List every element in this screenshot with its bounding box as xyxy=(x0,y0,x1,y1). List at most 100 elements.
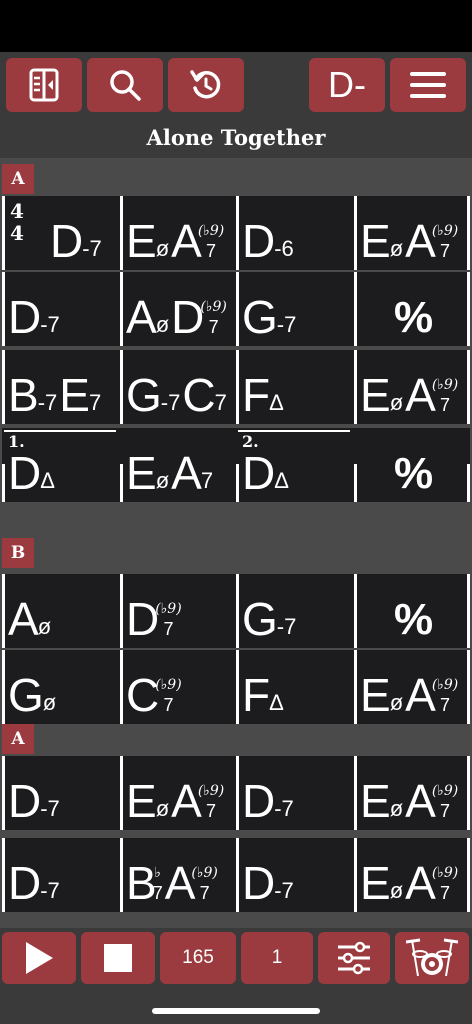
chord-extension: (♭9) 7 xyxy=(198,224,224,264)
barline xyxy=(236,756,239,830)
chord-quality: ø xyxy=(155,796,170,821)
repeat-measure-symbol: % xyxy=(394,449,434,498)
measure[interactable]: Gø xyxy=(8,672,58,718)
chord-seventh: 7 xyxy=(206,241,217,261)
measure[interactable]: Eø A (♭9) 7 xyxy=(360,218,460,264)
key-button[interactable]: D- xyxy=(309,58,385,112)
barline xyxy=(236,464,239,502)
measure[interactable]: Eø A (♭9) 7 xyxy=(360,778,460,824)
chord-root: E xyxy=(360,775,391,827)
play-button[interactable] xyxy=(2,932,76,984)
layout-button[interactable] xyxy=(6,58,82,112)
measure[interactable]: Eø A (♭9) 7 xyxy=(360,860,460,906)
chord-row: D -7 Eø A (♭9) 7 D -7 Eø A (♭9) 7 xyxy=(2,756,470,830)
drums-button[interactable] xyxy=(395,932,469,984)
section-label: B xyxy=(2,538,34,568)
chord-symbol: D -7 xyxy=(50,218,102,264)
chord-root: E xyxy=(126,447,157,499)
chord-root: D xyxy=(242,857,275,909)
chord-root: F xyxy=(242,369,270,421)
measure[interactable]: G -7 xyxy=(242,596,298,642)
measure[interactable]: Eø A (♭9) 7 xyxy=(126,778,226,824)
chord-symbol: A (♭9) 7 xyxy=(171,778,224,824)
chord-symbol: DΔ xyxy=(8,450,55,496)
chord-quality: ø xyxy=(389,796,404,821)
chord-symbol: G -7 xyxy=(242,294,296,340)
measure[interactable]: D -7 xyxy=(8,294,62,340)
measure[interactable]: D -7 xyxy=(242,860,296,906)
mixer-button[interactable] xyxy=(318,932,390,984)
chord-root: A xyxy=(126,291,157,343)
barline xyxy=(467,574,470,648)
tempo-button[interactable]: 165 xyxy=(160,932,236,984)
undo-button[interactable] xyxy=(168,58,244,112)
chord-seventh: 7 xyxy=(163,619,174,639)
chord-symbol: Eø xyxy=(360,672,403,718)
measure[interactable]: C (♭9) 7 xyxy=(126,672,184,718)
sidebar-layout-icon xyxy=(29,68,59,102)
measure[interactable]: D -7 xyxy=(50,218,104,264)
measure[interactable]: Aø xyxy=(8,596,53,642)
chord-symbol: A (♭9) 7 xyxy=(405,218,458,264)
play-icon xyxy=(26,942,53,974)
chord-symbol: Eø xyxy=(126,450,169,496)
barline xyxy=(354,574,357,648)
chord-root: A xyxy=(405,775,436,827)
chord-symbol: Eø xyxy=(126,218,169,264)
stop-icon xyxy=(104,944,132,972)
chord-extension: (♭9) 7 xyxy=(155,678,181,718)
measure[interactable]: Aø D (♭9) 7 xyxy=(126,294,229,340)
chord-row: Gø C (♭9) 7 F Δ Eø A (♭9) 7 xyxy=(2,650,470,724)
measure[interactable]: % xyxy=(360,598,433,642)
chord-quality: Δ xyxy=(40,468,55,493)
chord-root: E xyxy=(360,215,391,267)
measure[interactable]: D -7 xyxy=(8,778,62,824)
repeats-button[interactable]: 1 xyxy=(241,932,313,984)
measure[interactable]: D -7 xyxy=(242,778,296,824)
chord-tension: (♭9) xyxy=(431,783,459,799)
measure[interactable]: % xyxy=(360,296,433,340)
measure[interactable]: EøA7 xyxy=(126,450,215,496)
measure[interactable]: Eø A (♭9) 7 xyxy=(360,672,460,718)
measure[interactable]: D -7 xyxy=(8,860,62,906)
chord-symbol: D -7 xyxy=(8,778,60,824)
chord-quality: -7 xyxy=(40,312,60,337)
measure[interactable]: Eø A (♭9) 7 xyxy=(360,372,460,418)
chord-root: D xyxy=(126,593,159,645)
chord-seventh: 7 xyxy=(208,317,219,337)
barline xyxy=(120,196,123,270)
measure[interactable]: % xyxy=(360,452,433,496)
chord-root: E xyxy=(360,669,391,721)
chord-tension: (♭9) xyxy=(191,865,218,881)
measure[interactable]: FΔ xyxy=(242,372,286,418)
menu-button[interactable] xyxy=(390,58,466,112)
measure[interactable]: G -7 xyxy=(242,294,298,340)
search-button[interactable] xyxy=(87,58,163,112)
chord-symbol: B ♭ 7 xyxy=(126,860,163,906)
chord-root: E xyxy=(59,369,90,421)
measure[interactable]: D (♭9) 7 xyxy=(126,596,184,642)
chord-quality: ø xyxy=(155,312,170,337)
chord-root: D xyxy=(242,447,275,499)
chord-quality: -7 xyxy=(276,614,297,639)
barline xyxy=(236,350,239,424)
chord-quality: ø xyxy=(389,390,404,415)
barline xyxy=(354,196,357,270)
chord-root: D xyxy=(8,447,41,499)
barline xyxy=(236,838,239,912)
barline xyxy=(354,650,357,724)
measure[interactable]: DΔ xyxy=(242,450,291,496)
measure[interactable]: DΔ xyxy=(8,450,57,496)
chord-symbol: Eø xyxy=(360,372,403,418)
measure[interactable]: B ♭ 7 A (♭9) 7 xyxy=(126,860,220,906)
measure[interactable]: G -7 C 7 xyxy=(126,372,229,418)
measure[interactable]: FΔ xyxy=(242,672,286,718)
measure[interactable]: D -6 xyxy=(242,218,296,264)
measure[interactable]: Eø A (♭9) 7 xyxy=(126,218,226,264)
measure[interactable]: B -7 E 7 xyxy=(8,372,103,418)
stop-button[interactable] xyxy=(81,932,155,984)
chord-root: A xyxy=(405,215,436,267)
barline xyxy=(236,574,239,648)
chord-extension: (♭9) 7 xyxy=(432,378,458,418)
chord-extension: (♭9) 7 xyxy=(191,866,217,906)
